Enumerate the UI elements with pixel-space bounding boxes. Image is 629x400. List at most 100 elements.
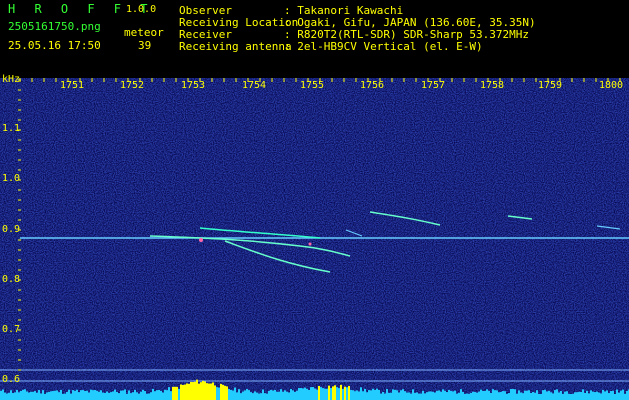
y-tick-label: 1.1 [2,123,21,134]
level-bar [620,390,622,400]
level-bar [394,389,396,400]
level-bar [126,393,128,400]
level-bar [10,390,12,400]
level-bar [450,390,452,400]
level-bar [132,392,134,400]
y-axis-unit: kHz [2,74,21,85]
antenna-value: : 2el-HB9CV Vertical (el. E-W) [284,40,483,53]
level-bar [64,393,66,400]
level-bar [154,391,156,400]
level-bar [50,391,52,400]
level-bar [324,388,326,400]
level-bar [138,393,140,400]
level-bar [398,392,400,400]
level-bar [408,392,410,400]
level-bar [38,389,40,400]
level-bar [34,391,36,400]
level-bar [418,393,420,400]
level-bar [272,390,274,400]
level-bar [538,393,540,400]
level-bar [624,393,626,400]
level-bar [230,389,232,400]
level-bar [158,389,160,400]
level-bar [276,391,278,400]
level-bar [282,391,284,400]
level-bar [544,389,546,400]
level-bar [42,390,44,400]
level-bar [358,391,360,400]
level-bar [4,392,6,400]
level-bar [552,393,554,400]
level-bar [188,383,190,400]
level-bar [614,393,616,400]
level-bar [74,390,76,400]
level-bar [168,387,170,400]
level-bar [436,390,438,400]
level-bar [344,386,346,400]
level-bar [328,385,330,400]
spectrogram [0,78,629,400]
level-bar [440,391,442,400]
level-bar [518,390,520,400]
level-bar [470,392,472,400]
level-bar [486,389,488,400]
level-bar [508,393,510,400]
level-bar [156,390,158,400]
level-bar [622,389,624,400]
level-bar [164,389,166,400]
level-bar [260,393,262,400]
level-bar [186,383,188,400]
level-bar [162,392,164,400]
level-bar [208,383,210,400]
level-bar [570,393,572,400]
level-bar [308,390,310,400]
level-bar [608,393,610,400]
level-bar [564,391,566,400]
level-bar [118,393,120,400]
level-bar [430,391,432,400]
level-bar [442,389,444,400]
level-bar [222,384,224,400]
level-bar [44,393,46,400]
level-bar [204,381,206,400]
level-bar [140,391,142,400]
level-bar [176,386,178,400]
level-bar [512,389,514,400]
level-bar [32,391,34,400]
level-bar [62,393,64,400]
level-bar [242,391,244,400]
level-bar [136,392,138,400]
level-bar [144,391,146,400]
level-bar [380,393,382,400]
level-bar [602,389,604,400]
x-tick-label: 1757 [421,80,446,91]
level-bar [334,385,336,400]
level-bar [172,386,174,400]
y-tick-label: 0.7 [2,324,21,335]
level-bar [356,390,358,400]
level-bar [18,392,20,400]
level-bar [566,391,568,400]
level-bar [454,390,456,400]
level-bar [180,384,182,400]
level-bar [494,390,496,400]
level-bar [124,389,126,400]
level-bar [8,392,10,400]
level-bar [386,389,388,400]
level-bar [340,384,342,400]
level-bar [588,393,590,400]
level-bar [310,387,312,400]
level-bar [244,390,246,400]
level-bar [312,387,314,400]
level-bar [160,390,162,400]
level-bar [240,393,242,400]
level-bar [438,390,440,400]
level-bar [234,387,236,400]
level-bar [562,393,564,400]
level-bar [46,392,48,400]
level-bar [410,393,412,400]
y-tick-label: 1.0 [2,173,21,184]
level-bar [88,392,90,400]
level-bar [2,389,4,400]
level-bar [36,392,38,400]
